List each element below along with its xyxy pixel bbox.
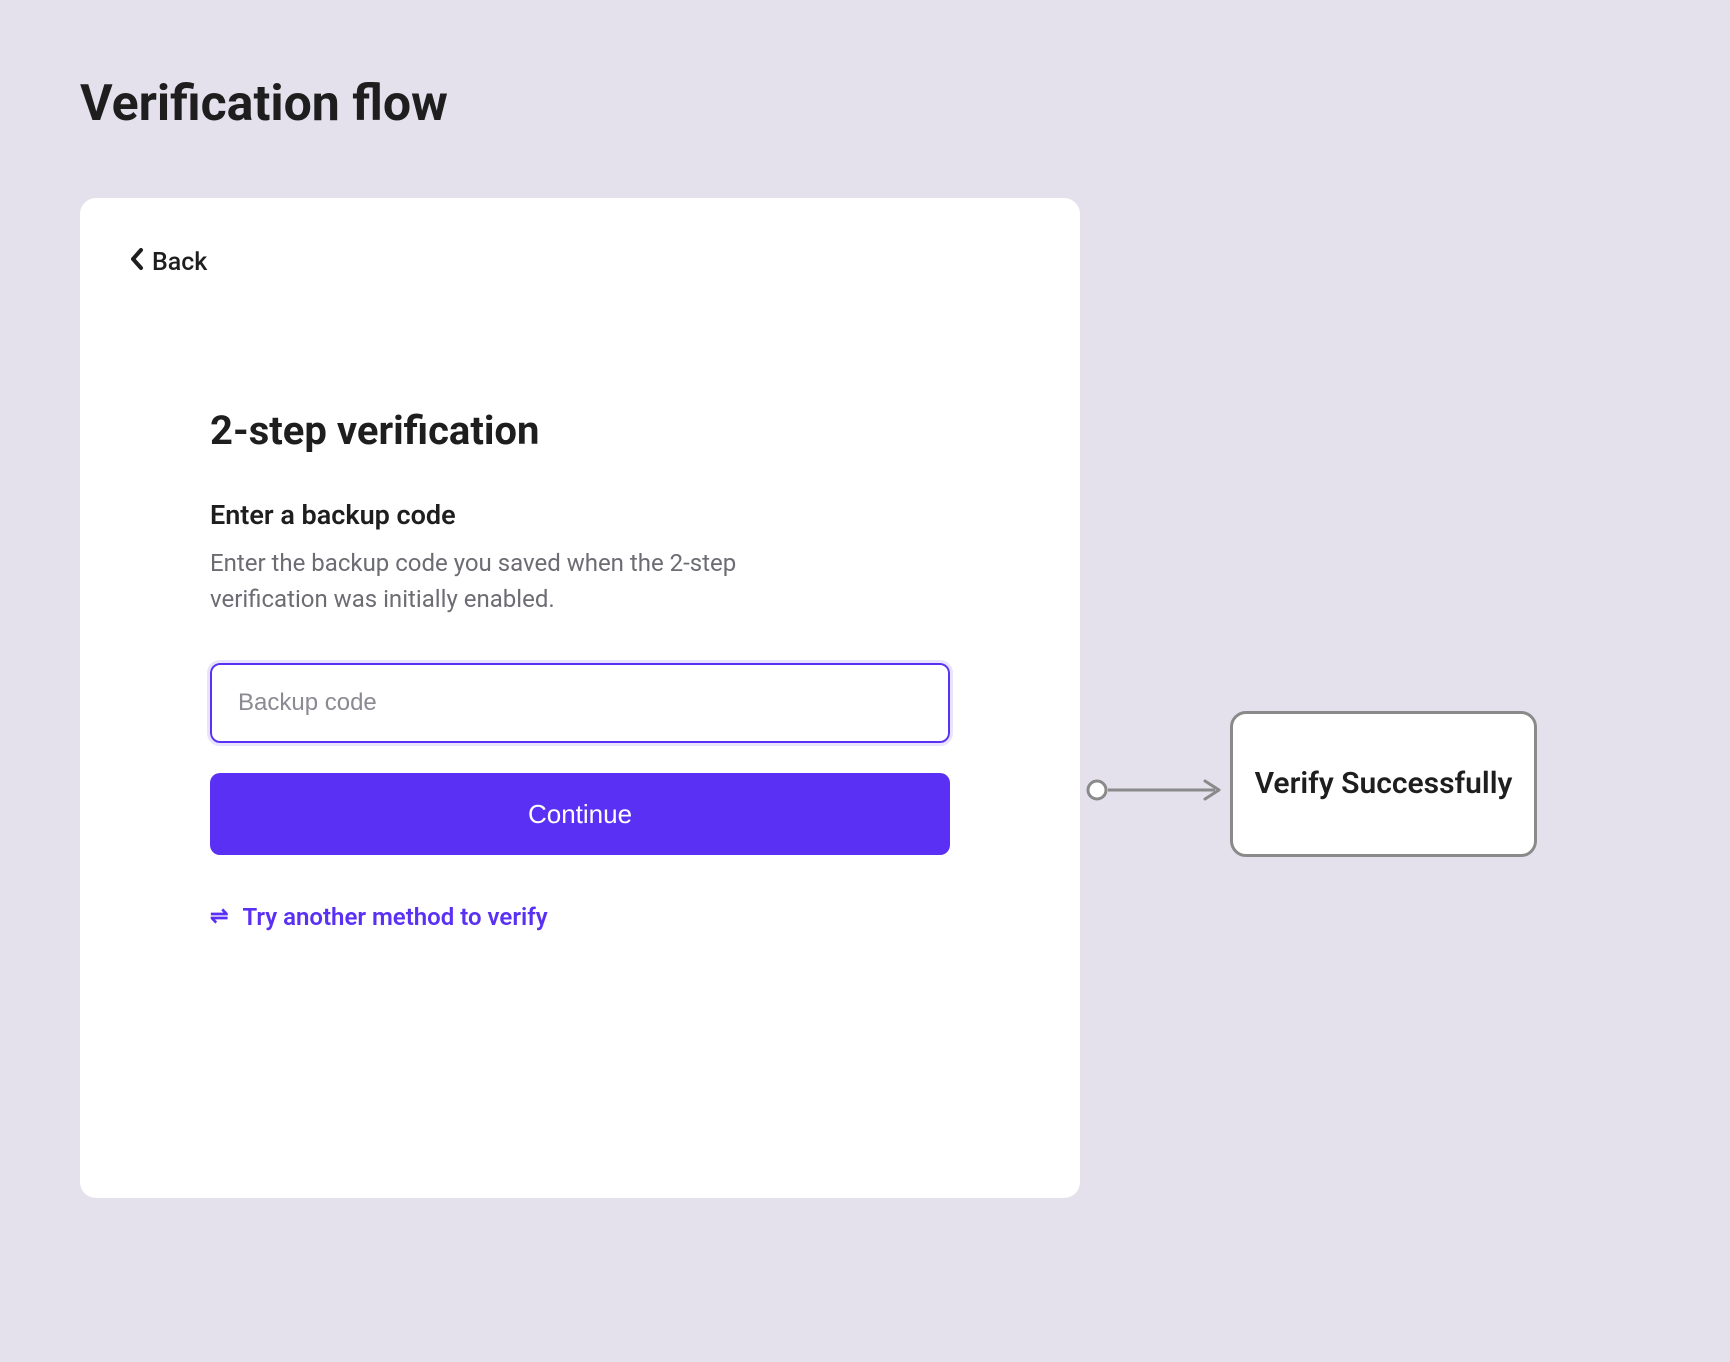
card-content: 2-step verification Enter a backup code … [210, 407, 950, 931]
card-description: Enter the backup code you saved when the… [210, 545, 840, 617]
flow-result-label: Verify Successfully [1255, 764, 1513, 805]
verification-card: Back 2-step verification Enter a backup … [80, 198, 1080, 1198]
page-title: Verification flow [80, 75, 448, 133]
try-another-method-label: Try another method to verify [242, 903, 547, 931]
chevron-left-icon [130, 248, 144, 277]
flow-connector [1085, 775, 1235, 805]
flow-result-node: Verify Successfully [1230, 711, 1537, 857]
back-label: Back [152, 248, 207, 277]
card-subheading: Enter a backup code [210, 499, 950, 531]
back-button[interactable]: Back [130, 248, 207, 277]
card-heading: 2-step verification [210, 407, 950, 454]
backup-code-input[interactable] [210, 663, 950, 743]
swap-icon: ⇌ [210, 906, 228, 928]
continue-button[interactable]: Continue [210, 773, 950, 855]
try-another-method-link[interactable]: ⇌ Try another method to verify [210, 903, 548, 931]
